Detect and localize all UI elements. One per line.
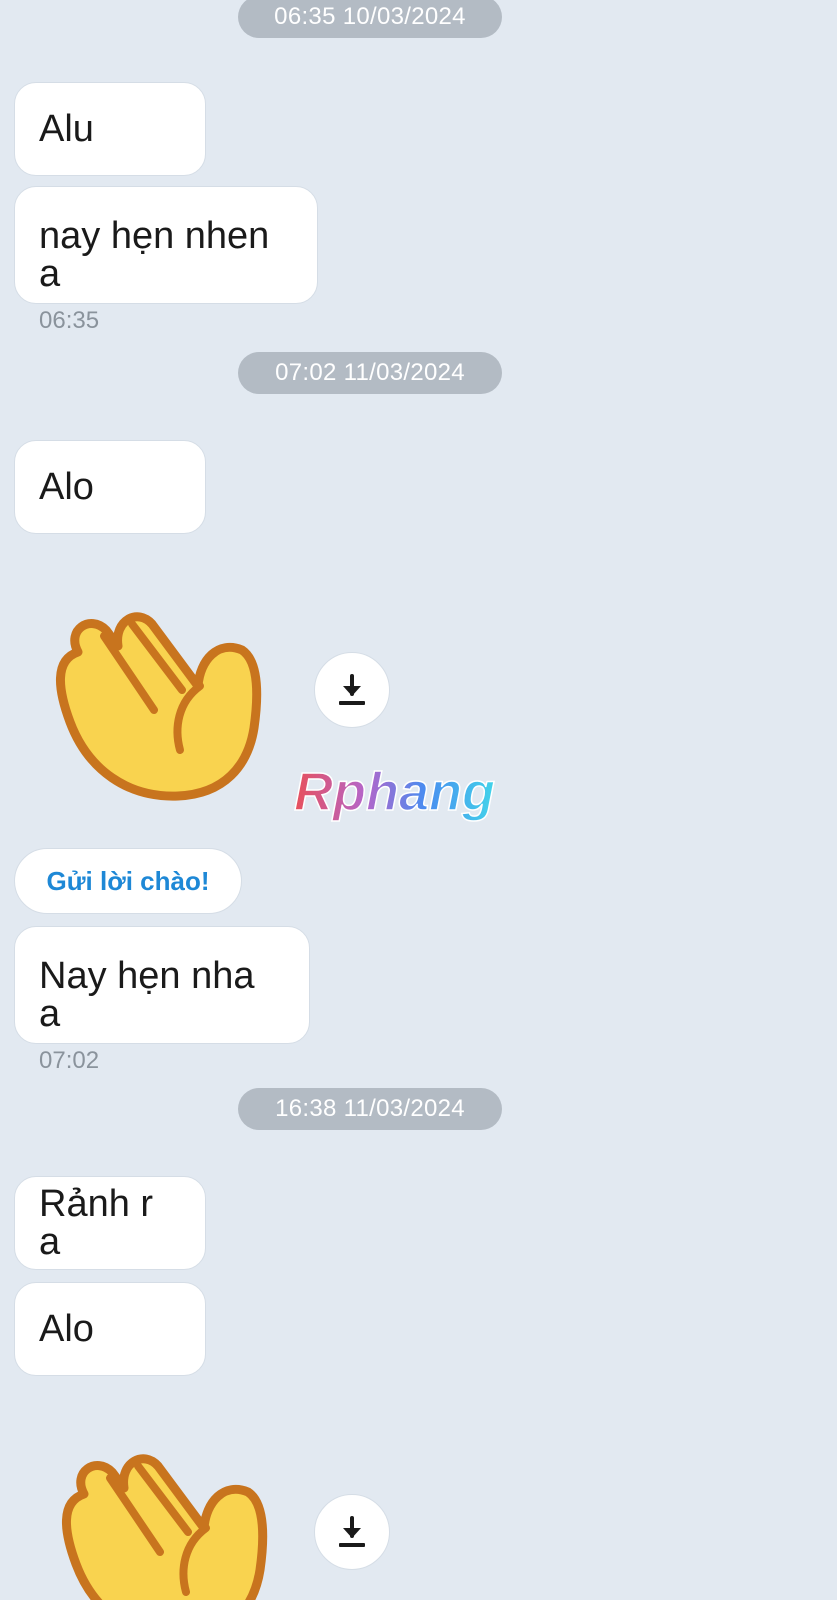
date-separator: 06:35 10/03/2024 [238,0,502,38]
message-bubble[interactable]: Alo [14,1282,206,1376]
message-bubble[interactable]: Alo [14,440,206,534]
message-bubble[interactable]: Alu [14,82,206,176]
watermark-logo: Rphang [293,762,495,823]
download-icon [339,674,365,705]
message-text: Alu [39,108,94,150]
svg-text:Rphang: Rphang [294,762,495,822]
download-button[interactable] [314,1494,390,1570]
message-time: 07:02 [39,1047,100,1074]
message-text: Rảnh r a [39,1183,154,1263]
waving-hand-icon[interactable] [54,1432,274,1600]
message-bubble[interactable]: nay hẹn nhen a 06:35 [14,186,318,334]
date-separator: 16:38 11/03/2024 [238,1088,502,1130]
download-icon [339,1516,365,1547]
message-text: Nay hẹn nha a [39,955,255,1035]
send-greeting-button[interactable]: Gửi lời chào! [14,848,242,914]
message-bubble[interactable]: Rảnh r a [14,1176,206,1270]
message-text: Alo [39,1308,94,1350]
download-button[interactable] [314,652,390,728]
message-bubble[interactable]: Nay hẹn nha a 07:02 [14,926,310,1074]
date-separator: 07:02 11/03/2024 [238,352,502,394]
send-greeting-label: Gửi lời chào! [46,865,210,896]
message-time: 06:35 [39,307,100,334]
message-text: Alo [39,466,94,508]
waving-hand-icon[interactable] [48,590,268,802]
message-text: nay hẹn nhen a [39,215,270,295]
chat-view[interactable]: 06:35 10/03/2024 Alu nay hẹn nhen a 06:3… [0,0,837,1600]
